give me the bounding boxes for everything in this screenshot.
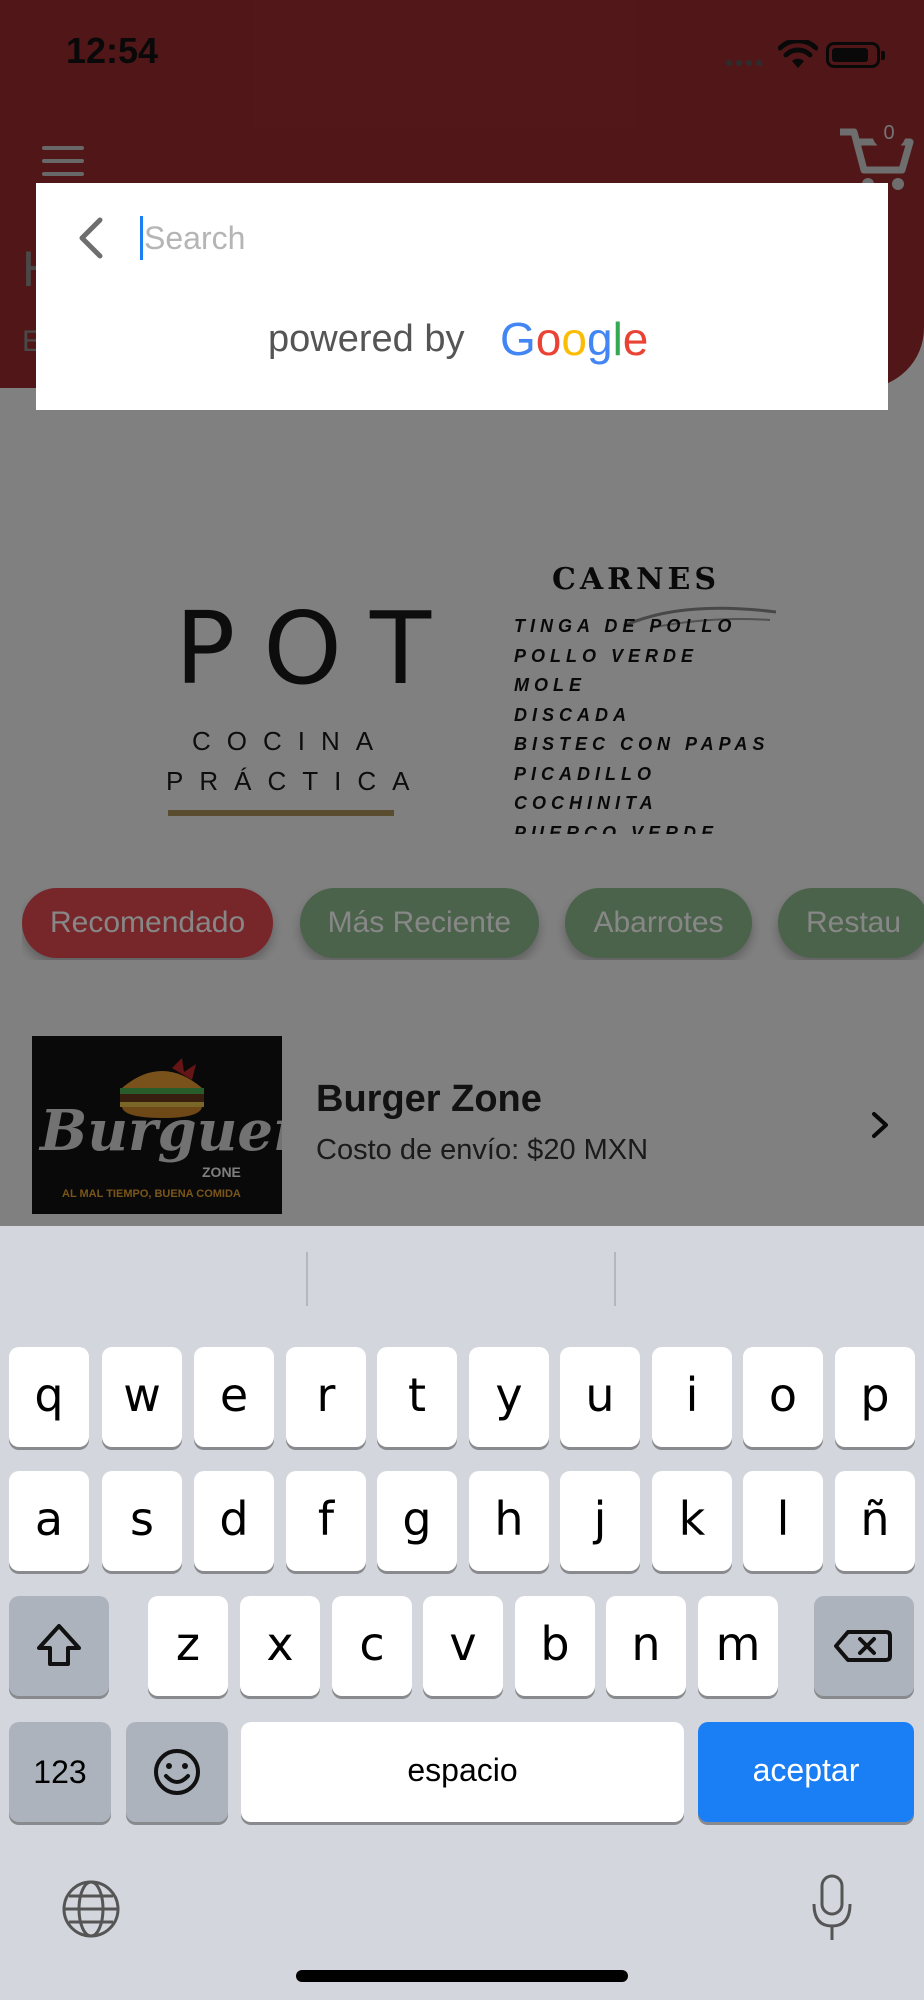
key-g[interactable]: g xyxy=(377,1471,457,1571)
home-indicator[interactable] xyxy=(296,1970,628,1982)
key-e[interactable]: e xyxy=(194,1347,274,1447)
key-y[interactable]: y xyxy=(469,1347,549,1447)
suggestion-divider xyxy=(614,1252,616,1306)
key-w[interactable]: w xyxy=(102,1347,182,1447)
key-i[interactable]: i xyxy=(652,1347,732,1447)
key-n[interactable]: n xyxy=(606,1596,686,1696)
key-z[interactable]: z xyxy=(148,1596,228,1696)
back-chevron-icon[interactable] xyxy=(74,214,106,262)
key-a[interactable]: a xyxy=(9,1471,89,1571)
key-u[interactable]: u xyxy=(560,1347,640,1447)
shift-key[interactable] xyxy=(9,1596,109,1696)
key-t[interactable]: t xyxy=(377,1347,457,1447)
key-r[interactable]: r xyxy=(286,1347,366,1447)
emoji-icon xyxy=(154,1749,200,1795)
search-input[interactable] xyxy=(144,212,844,264)
shift-icon xyxy=(37,1624,81,1666)
key-l[interactable]: l xyxy=(743,1471,823,1571)
text-cursor xyxy=(140,216,143,260)
key-p[interactable]: p xyxy=(835,1347,915,1447)
space-key[interactable]: espacio xyxy=(241,1722,684,1822)
key-m[interactable]: m xyxy=(698,1596,778,1696)
powered-by-text: powered by xyxy=(268,318,465,360)
key-q[interactable]: q xyxy=(9,1347,89,1447)
key-x[interactable]: x xyxy=(240,1596,320,1696)
key-h[interactable]: h xyxy=(469,1471,549,1571)
microphone-icon[interactable] xyxy=(808,1872,856,1944)
suggestion-divider xyxy=(306,1252,308,1306)
key-d[interactable]: d xyxy=(194,1471,274,1571)
google-logo: Google xyxy=(500,313,649,365)
numbers-key[interactable]: 123 xyxy=(9,1722,111,1822)
delete-key[interactable] xyxy=(814,1596,914,1696)
key-k[interactable]: k xyxy=(652,1471,732,1571)
key-b[interactable]: b xyxy=(515,1596,595,1696)
globe-icon[interactable] xyxy=(60,1878,122,1940)
key-s[interactable]: s xyxy=(102,1471,182,1571)
key-f[interactable]: f xyxy=(286,1471,366,1571)
key-v[interactable]: v xyxy=(423,1596,503,1696)
key-o[interactable]: o xyxy=(743,1347,823,1447)
emoji-key[interactable] xyxy=(126,1722,228,1822)
key-n-tilde[interactable]: ñ xyxy=(835,1471,915,1571)
key-j[interactable]: j xyxy=(560,1471,640,1571)
key-c[interactable]: c xyxy=(332,1596,412,1696)
delete-icon xyxy=(834,1630,892,1662)
return-key[interactable]: aceptar xyxy=(698,1722,914,1822)
